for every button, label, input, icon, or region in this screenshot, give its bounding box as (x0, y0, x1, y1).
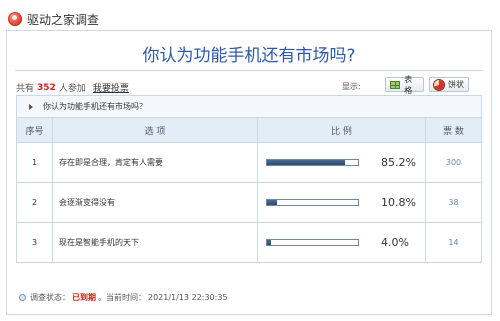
percent-bar (266, 199, 359, 206)
survey-status: 调查状态： 已到期 。当前时间： 2021/1/13 22:30:35 (19, 292, 228, 303)
question-text: 你认为功能手机还有市场吗？ (43, 102, 147, 111)
row-option: 存在即是合理，肯定有人需要 (53, 143, 258, 182)
site-logo[interactable]: 驱动之家调查 (8, 9, 99, 29)
percent-bar (266, 159, 359, 166)
row-no: 2 (17, 183, 53, 222)
participant-info: 共有 352 人参加 我要投票 (16, 81, 129, 95)
title-divider (15, 70, 483, 71)
results-table: 你认为功能手机还有市场吗？ 序号 选 项 比 例 票 数 1 存在即是合理，肯定… (16, 95, 482, 263)
view-table-button[interactable]: 表格 (385, 75, 424, 95)
view-table-label: 表格 (404, 74, 413, 95)
table-icon (390, 80, 401, 89)
status-state: 已到期 (72, 293, 96, 302)
row-votes: 38 (448, 198, 459, 207)
header-ratio: 比 例 (258, 118, 426, 142)
participants-prefix: 共有 (16, 84, 35, 94)
row-ratio: 4.0% (258, 223, 426, 262)
row-option: 现在是智能手机的天下 (53, 223, 258, 262)
globe-logo-icon (8, 12, 22, 26)
percent-bar-fill (267, 200, 277, 205)
percent-label: 4.0% (381, 236, 409, 249)
vote-link[interactable]: 我要投票 (93, 81, 129, 94)
view-pie-button[interactable]: 饼状 (429, 77, 469, 92)
view-pie-label: 饼状 (448, 80, 464, 89)
site-name: 驱动之家调查 (27, 12, 100, 27)
row-no: 1 (17, 143, 53, 182)
status-bulb-icon (19, 294, 26, 301)
percent-bar (266, 239, 359, 246)
row-option: 会逐渐变得没有 (53, 183, 258, 222)
row-ratio: 10.8% (258, 183, 426, 222)
row-ratio: 85.2% (258, 143, 426, 182)
status-label: 调查状态： (30, 293, 70, 302)
table-row: 1 存在即是合理，肯定有人需要 85.2% 300 (17, 143, 481, 183)
header-option: 选 项 (53, 118, 258, 142)
table-row: 3 现在是智能手机的天下 4.0% 14 (17, 223, 481, 262)
header-votes: 票 数 (443, 126, 464, 137)
time-label: 。当前时间： (98, 293, 146, 302)
triangle-right-icon (29, 103, 33, 110)
display-label: 显示: (342, 82, 361, 91)
row-votes: 14 (448, 238, 459, 247)
percent-label: 85.2% (381, 156, 416, 169)
question-row: 你认为功能手机还有市场吗？ (17, 96, 481, 118)
survey-panel: 你认为功能手机还有市场吗? 共有 352 人参加 我要投票 显示: 表格 饼状 … (6, 30, 492, 315)
percent-bar-fill (267, 240, 271, 245)
participants-suffix: 人参加 (58, 84, 86, 94)
row-no: 3 (17, 223, 53, 262)
table-header: 序号 选 项 比 例 票 数 (17, 118, 481, 143)
pie-chart-icon (434, 79, 444, 90)
header-no: 序号 (17, 118, 53, 142)
percent-bar-fill (267, 160, 345, 165)
percent-label: 10.8% (381, 196, 416, 209)
row-votes: 300 (445, 158, 462, 167)
current-time: 2021/1/13 22:30:35 (148, 293, 228, 302)
participant-count: 352 (37, 82, 56, 93)
survey-title: 你认为功能手机还有市场吗? (142, 46, 356, 66)
table-row: 2 会逐渐变得没有 10.8% 38 (17, 183, 481, 223)
